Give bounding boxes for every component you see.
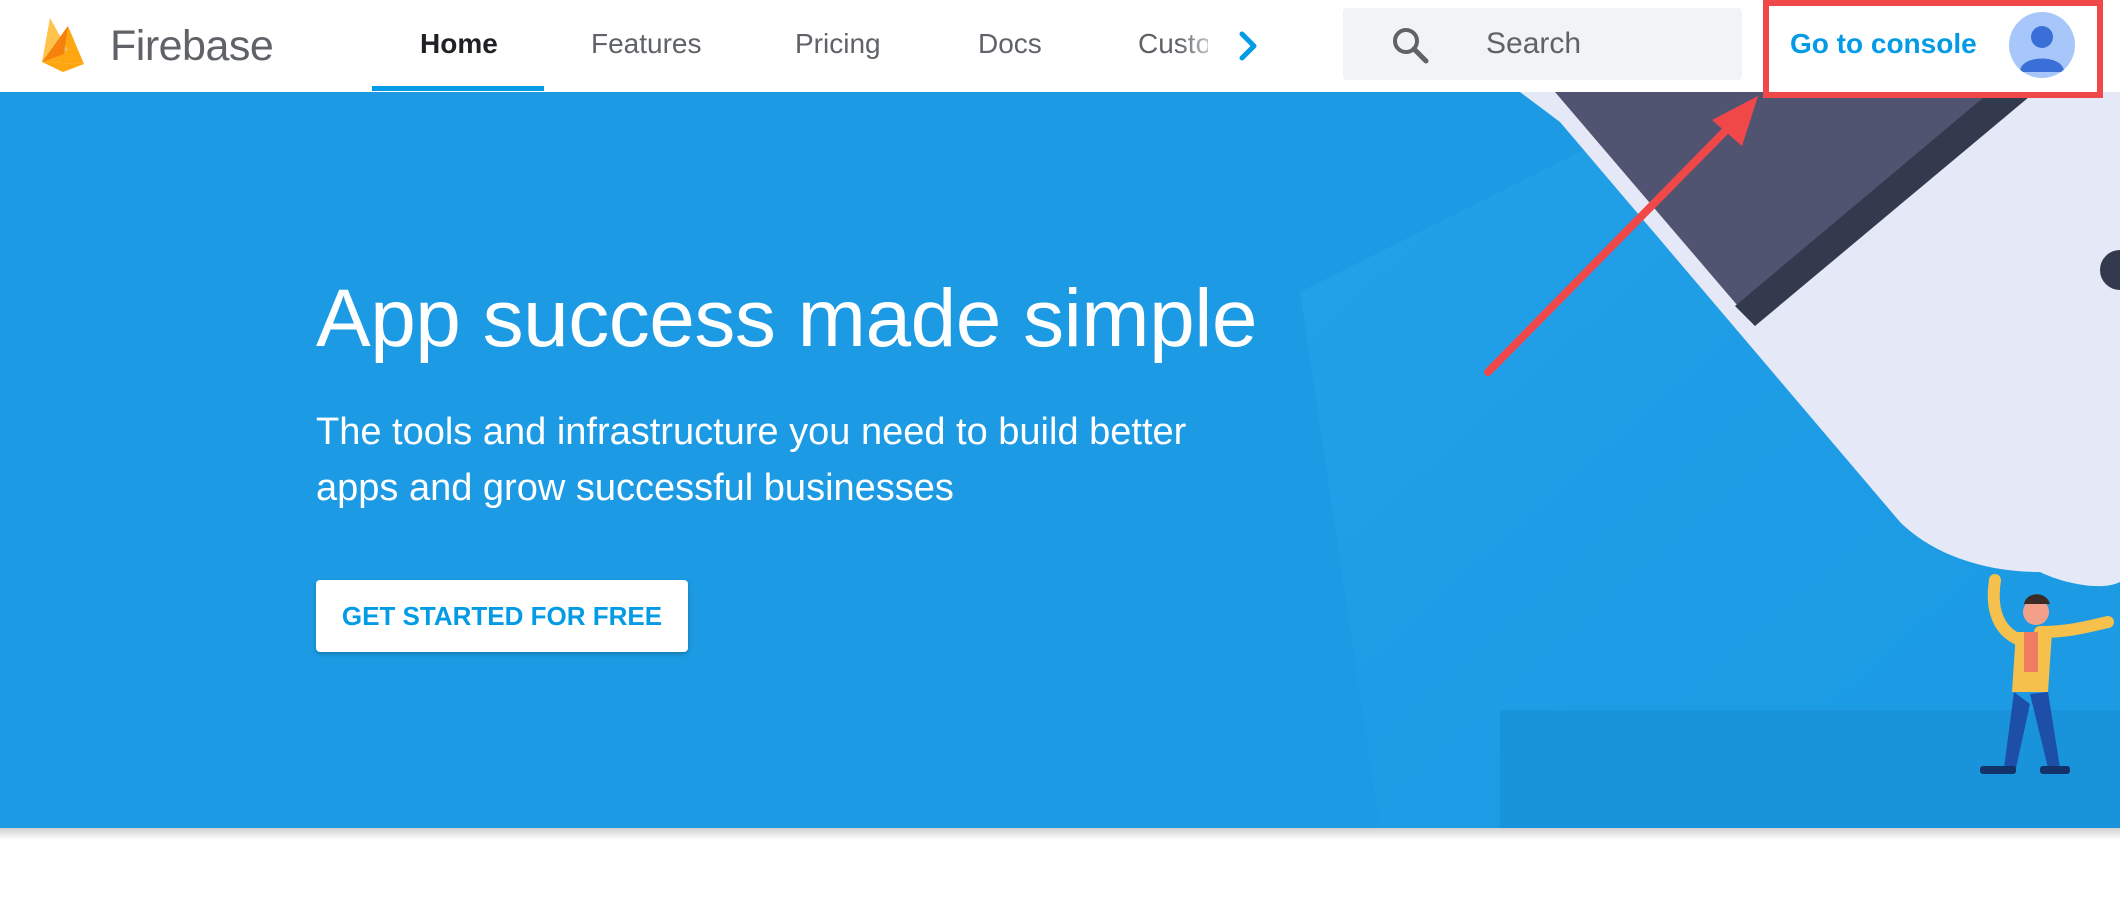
- tab-overflow-fade: [1178, 0, 1228, 92]
- brand-name[interactable]: Firebase: [110, 0, 274, 92]
- hero-banner: App success made simple The tools and in…: [0, 92, 2120, 828]
- tab-pricing[interactable]: Pricing: [795, 0, 881, 92]
- get-started-button[interactable]: GET STARTED FOR FREE: [316, 580, 688, 652]
- firebase-logo-icon[interactable]: [38, 14, 88, 74]
- chevron-right-icon[interactable]: [1228, 26, 1268, 66]
- hero-headline: App success made simple: [316, 273, 1258, 364]
- tab-features[interactable]: Features: [591, 0, 702, 92]
- hero-shadow: [0, 828, 2120, 840]
- tab-home[interactable]: Home: [420, 0, 498, 92]
- annotation-highlight-box: [1763, 0, 2103, 98]
- search-icon: [1393, 28, 1429, 64]
- hero-subheadline: The tools and infrastructure you need to…: [316, 411, 1187, 509]
- tab-docs[interactable]: Docs: [978, 0, 1042, 92]
- active-tab-indicator: [372, 86, 544, 91]
- annotation-arrow-icon: [1484, 96, 1758, 376]
